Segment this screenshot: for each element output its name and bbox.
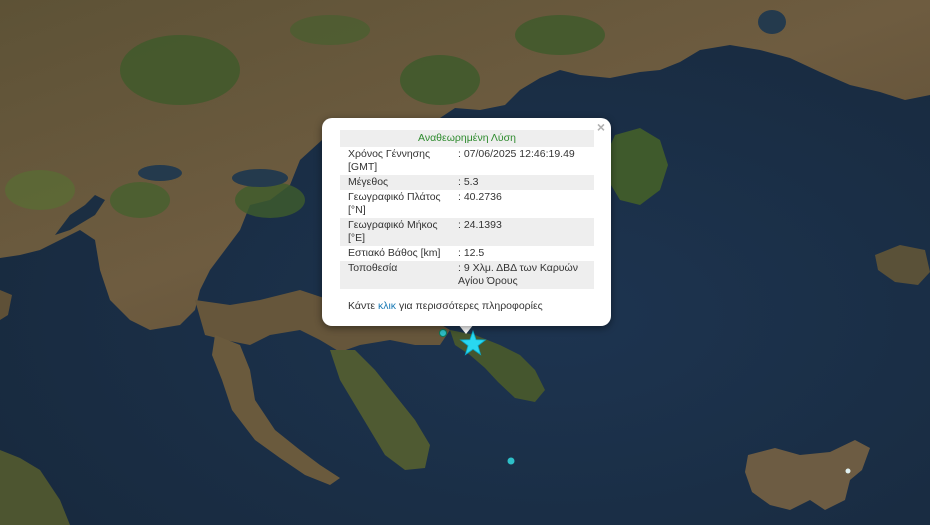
forest-area xyxy=(400,55,480,105)
lake xyxy=(758,10,786,34)
table-row: Γεωγραφικό Πλάτος [°N] : 40.2736 xyxy=(340,190,594,218)
forest-area xyxy=(120,35,240,105)
event-marker[interactable] xyxy=(845,468,851,474)
earthquake-info-popup: × Αναθεωρημένη Λύση Χρόνος Γέννησης [GMT… xyxy=(322,118,611,326)
event-marker[interactable] xyxy=(507,457,515,465)
depth-label: Εστιακό Βάθος [km] xyxy=(348,247,441,259)
table-row: Μέγεθος : 5.3 xyxy=(340,175,594,190)
popup-title: Αναθεωρημένη Λύση xyxy=(340,130,594,147)
forest-area xyxy=(5,170,75,210)
table-row: Χρόνος Γέννησης [GMT] : 07/06/2025 12:46… xyxy=(340,147,594,175)
forest-area xyxy=(515,15,605,55)
forest-area xyxy=(110,182,170,218)
lake xyxy=(138,165,182,181)
origin-time-label: Χρόνος Γέννησης [GMT] xyxy=(348,148,431,173)
more-info-prefix: Κάντε xyxy=(348,300,378,312)
more-info-suffix: για περισσότερες πληροφορίες xyxy=(396,300,543,312)
table-row: Τοποθεσία : 9 Χλμ. ΔΒΔ των Καρυών Αγίου … xyxy=(340,261,594,289)
latitude-value: : 40.2736 xyxy=(458,191,502,203)
close-icon[interactable]: × xyxy=(597,119,605,135)
magnitude-value: : 5.3 xyxy=(456,175,594,190)
more-info-link[interactable]: κλικ xyxy=(378,300,396,312)
location-label: Τοποθεσία xyxy=(340,261,456,289)
longitude-value: : 24.1393 xyxy=(456,218,594,246)
table-row: Γεωγραφικό Μήκος [°E] : 24.1393 xyxy=(340,218,594,246)
forest-area xyxy=(290,15,370,45)
earthquake-details-table: Αναθεωρημένη Λύση Χρόνος Γέννησης [GMT] … xyxy=(340,130,594,289)
more-info-text: Κάντε κλικ για περισσότερες πληροφορίες xyxy=(348,300,543,312)
latitude-label: Γεωγραφικό Πλάτος [°N] xyxy=(348,191,441,216)
depth-value: : 12.5 xyxy=(458,247,485,259)
longitude-label: Γεωγραφικό Μήκος [°E] xyxy=(340,218,456,246)
magnitude-label: Μέγεθος xyxy=(340,175,456,190)
table-row: Εστιακό Βάθος [km] : 12.5 xyxy=(340,246,594,261)
lake xyxy=(232,169,288,187)
location-value: : 9 Χλμ. ΔΒΔ των Καρυών Αγίου Όρους xyxy=(456,261,594,289)
forest-area xyxy=(235,182,305,218)
event-marker[interactable] xyxy=(439,329,447,337)
origin-time-value: : 07/06/2025 12:46:19.49 xyxy=(458,148,575,160)
